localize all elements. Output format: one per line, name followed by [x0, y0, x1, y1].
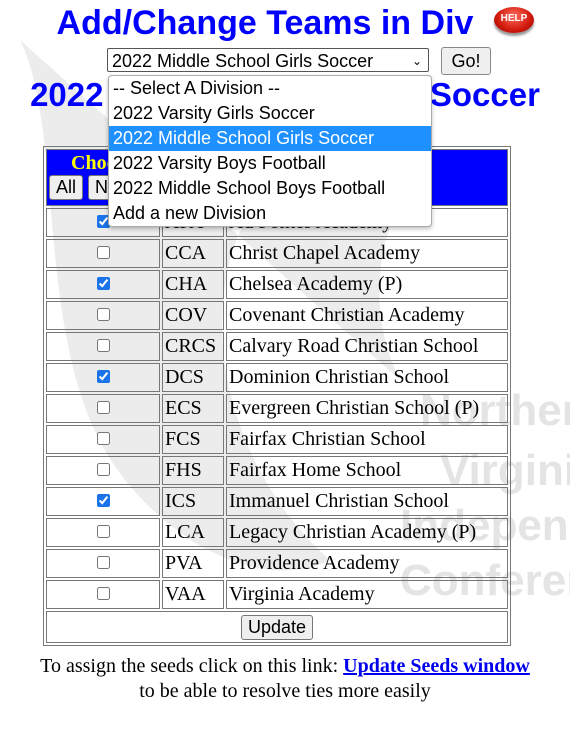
team-checkbox[interactable]: [96, 246, 110, 259]
table-row: FCS Fairfax Christian School: [46, 425, 508, 454]
update-row: Update: [46, 611, 508, 643]
table-row: CRCS Calvary Road Christian School: [46, 332, 508, 361]
option-middle-school-girls-soccer[interactable]: 2022 Middle School Girls Soccer: [109, 126, 431, 151]
team-name: Legacy Christian Academy (P): [226, 518, 508, 547]
team-code: DCS: [162, 363, 224, 392]
checkbox-cell: [46, 487, 160, 516]
table-row: ECS Evergreen Christian School (P): [46, 394, 508, 423]
chevron-down-icon: ⌄: [411, 54, 422, 68]
team-code: FHS: [162, 456, 224, 485]
update-seeds-link[interactable]: Update Seeds window: [343, 655, 530, 677]
table-row: VAA Virginia Academy: [46, 580, 508, 609]
team-name: Fairfax Christian School: [226, 425, 508, 454]
table-row: COV Covenant Christian Academy: [46, 301, 508, 330]
team-code: CCA: [162, 239, 224, 268]
select-all-button[interactable]: All: [49, 175, 84, 200]
checkbox-cell: [46, 363, 160, 392]
team-code: CHA: [162, 270, 224, 299]
seeds-instructions: To assign the seeds click on this link: …: [0, 655, 570, 678]
checkbox-cell: [46, 332, 160, 361]
team-name: Virginia Academy: [226, 580, 508, 609]
team-checkbox[interactable]: [96, 587, 110, 600]
team-name: Immanuel Christian School: [226, 487, 508, 516]
team-code: LCA: [162, 518, 224, 547]
table-row: PVA Providence Academy: [46, 549, 508, 578]
team-name: Calvary Road Christian School: [226, 332, 508, 361]
team-code: VAA: [162, 580, 224, 609]
table-row: CHA Chelsea Academy (P): [46, 270, 508, 299]
update-button[interactable]: Update: [240, 614, 314, 640]
team-checkbox[interactable]: [96, 525, 110, 538]
update-cell: Update: [46, 611, 508, 643]
table-row: FHS Fairfax Home School: [46, 456, 508, 485]
team-checkbox[interactable]: [96, 401, 110, 414]
team-code: ECS: [162, 394, 224, 423]
team-checkbox[interactable]: [96, 494, 110, 507]
option-select-division[interactable]: -- Select A Division --: [109, 76, 431, 101]
table-row: DCS Dominion Christian School: [46, 363, 508, 392]
checkbox-cell: [46, 518, 160, 547]
option-varsity-girls-soccer[interactable]: 2022 Varsity Girls Soccer: [109, 101, 431, 126]
team-name: Providence Academy: [226, 549, 508, 578]
checkbox-cell: [46, 425, 160, 454]
team-code: ICS: [162, 487, 224, 516]
checkbox-cell: [46, 394, 160, 423]
team-checkbox[interactable]: [96, 277, 110, 290]
checkbox-cell: [46, 580, 160, 609]
page-title: Add/Change Teams in Div: [56, 4, 474, 42]
team-checkbox[interactable]: [96, 308, 110, 321]
team-code: PVA: [162, 549, 224, 578]
checkbox-cell: [46, 549, 160, 578]
table-row: ICS Immanuel Christian School: [46, 487, 508, 516]
seeds-text: To assign the seeds click on this link:: [40, 655, 344, 677]
checkbox-cell: [46, 456, 160, 485]
checkbox-cell: [46, 270, 160, 299]
table-row: CCA Christ Chapel Academy: [46, 239, 508, 268]
team-code: COV: [162, 301, 224, 330]
team-checkbox[interactable]: [96, 556, 110, 569]
division-select-value: 2022 Middle School Girls Soccer: [112, 51, 374, 71]
option-middle-school-boys-football[interactable]: 2022 Middle School Boys Football: [109, 176, 431, 201]
team-code: FCS: [162, 425, 224, 454]
team-code: CRCS: [162, 332, 224, 361]
team-name: Fairfax Home School: [226, 456, 508, 485]
help-icon[interactable]: HELP: [494, 7, 534, 33]
team-checkbox[interactable]: [96, 432, 110, 445]
seeds-instructions-line2: to be able to resolve ties more easily: [139, 680, 431, 702]
team-checkbox[interactable]: [96, 370, 110, 383]
team-name: Christ Chapel Academy: [226, 239, 508, 268]
team-name: Covenant Christian Academy: [226, 301, 508, 330]
option-varsity-boys-football[interactable]: 2022 Varsity Boys Football: [109, 151, 431, 176]
team-name: Dominion Christian School: [226, 363, 508, 392]
division-select[interactable]: 2022 Middle School Girls Soccer ⌄: [107, 48, 429, 72]
checkbox-cell: [46, 301, 160, 330]
option-add-division[interactable]: Add a new Division: [109, 201, 431, 226]
go-button[interactable]: Go!: [441, 47, 491, 75]
table-row: LCA Legacy Christian Academy (P): [46, 518, 508, 547]
team-name: Chelsea Academy (P): [226, 270, 508, 299]
checkbox-cell: [46, 239, 160, 268]
team-checkbox[interactable]: [96, 463, 110, 476]
division-dropdown-list: -- Select A Division -- 2022 Varsity Gir…: [108, 75, 432, 227]
team-name: Evergreen Christian School (P): [226, 394, 508, 423]
team-checkbox[interactable]: [96, 339, 110, 352]
